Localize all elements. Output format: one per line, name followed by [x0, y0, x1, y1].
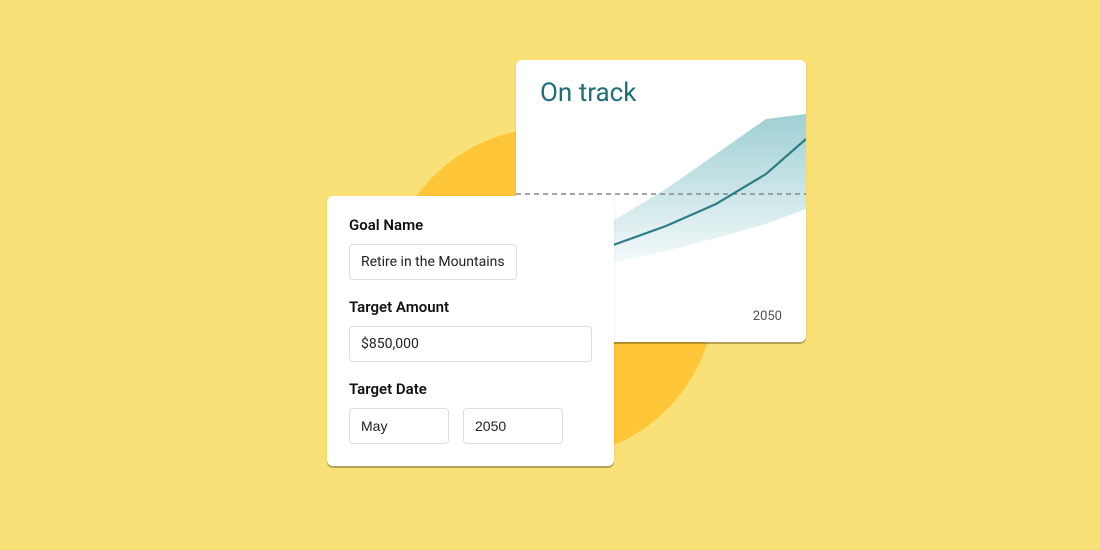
target-amount-label: Target Amount: [349, 298, 592, 316]
target-date-row: [349, 408, 592, 444]
goal-name-label: Goal Name: [349, 216, 592, 234]
goal-name-input[interactable]: [349, 244, 517, 280]
target-month-input[interactable]: [349, 408, 449, 444]
target-date-label: Target Date: [349, 380, 592, 398]
chart-x-end-label: 2050: [753, 309, 782, 324]
goal-form-card: Goal Name Target Amount Target Date: [327, 196, 614, 466]
target-amount-input[interactable]: [349, 326, 592, 362]
target-year-input[interactable]: [463, 408, 563, 444]
status-title: On track: [516, 60, 806, 108]
